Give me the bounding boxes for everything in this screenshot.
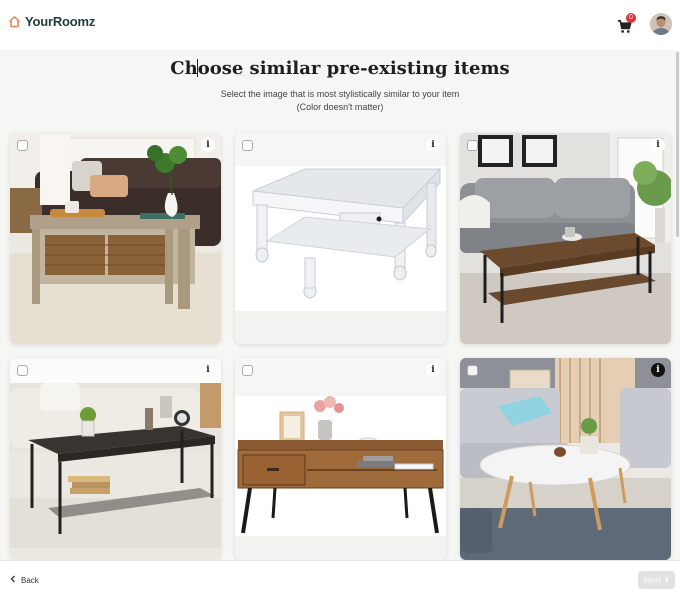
select-checkbox[interactable] [467,140,478,151]
back-label: Back [21,575,39,585]
house-icon [8,15,21,28]
subtitle-note: (Color doesn't matter) [296,102,384,112]
subtitle-instruction: Select the image that is most stylistica… [220,89,460,99]
logo[interactable]: YourRoomz [8,14,95,29]
info-icon[interactable]: i [426,363,440,377]
item-photo [460,358,671,560]
item-photo [10,358,221,560]
item-photo [10,133,221,344]
select-checkbox[interactable] [242,140,253,151]
chevron-right-icon [664,576,669,585]
app-name: YourRoomz [25,14,96,29]
item-card[interactable]: i [10,133,221,344]
item-photo [235,133,446,344]
top-bar: YourRoomz 0 [0,0,680,50]
item-photo [460,133,671,344]
item-photo [235,358,446,560]
info-icon[interactable]: i [201,138,215,152]
next-button[interactable]: Next [638,571,675,589]
item-card[interactable]: i [235,358,446,560]
info-icon[interactable]: i [651,363,665,377]
page-scrollbar[interactable] [676,52,679,237]
info-icon[interactable]: i [201,363,215,377]
item-card[interactable]: i [460,133,671,344]
info-icon[interactable]: i [651,138,665,152]
next-label: Next [644,575,661,585]
user-avatar[interactable] [650,13,672,35]
cart-button[interactable]: 0 [617,13,636,34]
back-button[interactable]: Back [10,575,39,585]
info-icon[interactable]: i [426,138,440,152]
select-checkbox[interactable] [242,365,253,376]
item-card[interactable]: i [460,358,671,560]
select-checkbox[interactable] [17,140,28,151]
select-checkbox[interactable] [17,365,28,376]
footer-bar: Back Next [0,560,680,598]
page-subtitle: Select the image that is most stylistica… [0,88,680,114]
cart-count-badge: 0 [626,13,636,23]
chevron-left-icon [10,575,16,585]
item-card[interactable]: i [235,133,446,344]
page-title: Choose similar pre-existing items [170,58,510,79]
select-checkbox[interactable] [467,365,478,376]
item-card[interactable]: i [10,358,221,560]
